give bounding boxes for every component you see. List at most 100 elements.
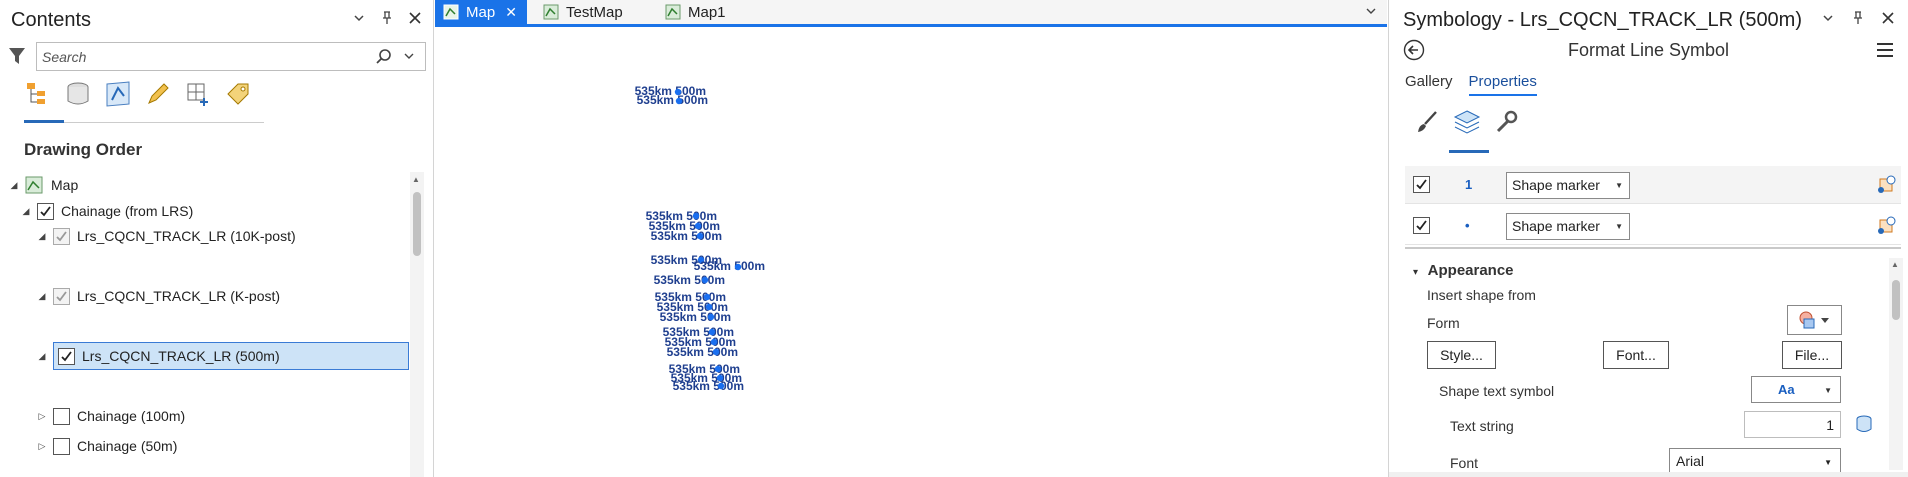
expand-triangle-icon[interactable]: ◢	[8, 179, 20, 191]
chainage-label: 535km 500m	[673, 379, 744, 393]
symbol-layer-checkbox[interactable]	[1413, 176, 1430, 193]
form-picker-button[interactable]	[1787, 305, 1842, 335]
chainage-point[interactable]	[734, 263, 742, 271]
tree-node-label: Lrs_CQCN_TRACK_LR (10K-post)	[77, 228, 296, 244]
style-button[interactable]: Style...	[1427, 341, 1496, 369]
chainage-point[interactable]	[707, 313, 715, 321]
text-string-input[interactable]: 1	[1744, 411, 1841, 438]
symbol-layer-row[interactable]: • Shape marker ▼	[1405, 207, 1901, 245]
tree-node-chainage-100m[interactable]: ▷ Chainage (100m)	[36, 403, 185, 429]
layer-visibility-checkbox[interactable]	[53, 407, 70, 425]
tree-node-k-post[interactable]: ◢ Lrs_CQCN_TRACK_LR (K-post)	[36, 283, 280, 309]
marker-type-dropdown[interactable]: Shape marker ▼	[1506, 213, 1630, 240]
list-by-selection-icon[interactable]	[104, 80, 132, 108]
tree-node-10k-post[interactable]: ◢ Lrs_CQCN_TRACK_LR (10K-post)	[36, 223, 296, 249]
tree-node-500m[interactable]: ◢ Lrs_CQCN_TRACK_LR (500m)	[36, 342, 409, 370]
tree-node-chainage-50m[interactable]: ▷ Chainage (50m)	[36, 433, 177, 459]
expand-triangle-icon[interactable]: ◢	[20, 205, 32, 217]
layers-icon[interactable]	[1453, 108, 1481, 136]
search-box	[36, 42, 426, 71]
expand-triangle-icon[interactable]: ◢	[36, 290, 48, 302]
search-row	[6, 42, 426, 72]
wrench-icon[interactable]	[1493, 108, 1521, 136]
scroll-up-arrow-icon[interactable]: ▲	[412, 175, 420, 184]
chainage-point[interactable]	[717, 382, 725, 390]
paintbrush-icon[interactable]	[1413, 108, 1441, 136]
chainage-point[interactable]	[712, 348, 720, 356]
close-icon[interactable]	[407, 10, 423, 26]
expand-triangle-icon[interactable]: ◢	[36, 230, 48, 242]
database-icon[interactable]	[1855, 415, 1873, 433]
tab-label: Map1	[688, 3, 726, 21]
list-by-snapping-icon[interactable]	[184, 80, 212, 108]
chainage-label: 535km 500m	[667, 345, 738, 359]
search-icon[interactable]	[375, 48, 393, 66]
font-button[interactable]: Font...	[1603, 341, 1669, 369]
list-by-editing-icon[interactable]	[144, 80, 172, 108]
layer-visibility-checkbox[interactable]	[53, 437, 70, 455]
symbol-layer-row[interactable]: 1 Shape marker ▼	[1405, 166, 1901, 204]
horizontal-scrollbar[interactable]	[1389, 472, 1908, 477]
font-label: Font	[1450, 455, 1479, 471]
scrollbar-thumb[interactable]	[1892, 280, 1900, 320]
chainage-label: 535km 500m	[694, 259, 765, 273]
chevron-down-icon[interactable]	[351, 10, 367, 26]
divider	[64, 122, 264, 123]
collapse-triangle-icon[interactable]: ▷	[36, 440, 48, 452]
tab-map[interactable]: Map ✕	[435, 0, 527, 24]
layer-visibility-checkbox[interactable]	[58, 347, 75, 365]
appearance-section-header[interactable]: ▾ Appearance	[1413, 262, 1514, 279]
layer-visibility-checkbox[interactable]	[37, 202, 54, 220]
list-by-source-icon[interactable]	[64, 80, 92, 108]
tree-node-map[interactable]: ◢ Map	[8, 172, 78, 198]
caret-down-icon: ▼	[1824, 386, 1832, 395]
selected-layer[interactable]: Lrs_CQCN_TRACK_LR (500m)	[53, 342, 409, 370]
layer-properties-icon[interactable]	[1875, 174, 1897, 196]
filter-icon[interactable]	[8, 46, 28, 66]
file-button[interactable]: File...	[1782, 341, 1842, 369]
text-symbol-dropdown[interactable]: Aa ▼	[1751, 376, 1841, 403]
chainage-point[interactable]	[675, 97, 683, 105]
layer-visibility-checkbox[interactable]	[53, 227, 70, 245]
properties-scrollbar[interactable]: ▲	[1889, 258, 1903, 470]
layer-visibility-checkbox[interactable]	[53, 287, 70, 305]
close-icon[interactable]: ✕	[505, 4, 517, 21]
pin-icon[interactable]	[379, 10, 395, 26]
chainage-label: 535km 500m	[660, 310, 731, 324]
map-canvas[interactable]: 535km 500m 535km 500m 535km 500m 535km 500m…	[435, 27, 1387, 477]
text-string-label: Text string	[1450, 418, 1514, 434]
tree-node-chainage-from-lrs[interactable]: ◢ Chainage (from LRS)	[20, 198, 193, 224]
search-input[interactable]	[42, 47, 362, 67]
chainage-point[interactable]	[696, 232, 704, 240]
drawing-order-heading: Drawing Order	[24, 140, 143, 159]
expand-triangle-icon[interactable]: ◢	[36, 350, 48, 362]
font-dropdown[interactable]: Arial ▼	[1669, 448, 1841, 475]
collapse-triangle-icon[interactable]: ▷	[36, 410, 48, 422]
symbology-tabs: Gallery Properties	[1405, 73, 1537, 96]
scrollbar-thumb[interactable]	[413, 192, 421, 256]
layer-properties-icon[interactable]	[1875, 215, 1897, 237]
marker-type-dropdown[interactable]: Shape marker ▼	[1506, 172, 1630, 199]
chevron-down-icon[interactable]	[1365, 5, 1377, 20]
map-features: 535km 500m 535km 500m 535km 500m 535km 500m…	[635, 84, 765, 393]
chevron-down-icon[interactable]	[403, 50, 417, 64]
text-symbol-preview: Aa	[1778, 382, 1795, 397]
chevron-down-icon[interactable]	[1820, 10, 1836, 26]
form-label: Form	[1427, 315, 1460, 331]
list-by-drawing-order-icon[interactable]	[24, 80, 52, 108]
scroll-up-arrow-icon[interactable]: ▲	[1891, 260, 1899, 269]
tree-node-label: Lrs_CQCN_TRACK_LR (500m)	[82, 348, 280, 364]
contents-header: Contents	[0, 0, 433, 40]
tab-map1[interactable]: Map1	[657, 0, 757, 24]
symbol-layer-checkbox[interactable]	[1413, 217, 1430, 234]
close-icon[interactable]	[1880, 10, 1896, 26]
list-by-labeling-icon[interactable]	[224, 80, 252, 108]
menu-icon[interactable]	[1876, 42, 1894, 58]
tab-properties[interactable]: Properties	[1468, 73, 1537, 96]
insert-shape-from-label: Insert shape from	[1427, 287, 1536, 303]
pin-icon[interactable]	[1850, 10, 1866, 26]
tab-testmap[interactable]: TestMap	[535, 0, 650, 24]
contents-scrollbar[interactable]: ▲	[410, 172, 424, 477]
chainage-point[interactable]	[701, 276, 709, 284]
tab-gallery[interactable]: Gallery	[1405, 73, 1453, 96]
